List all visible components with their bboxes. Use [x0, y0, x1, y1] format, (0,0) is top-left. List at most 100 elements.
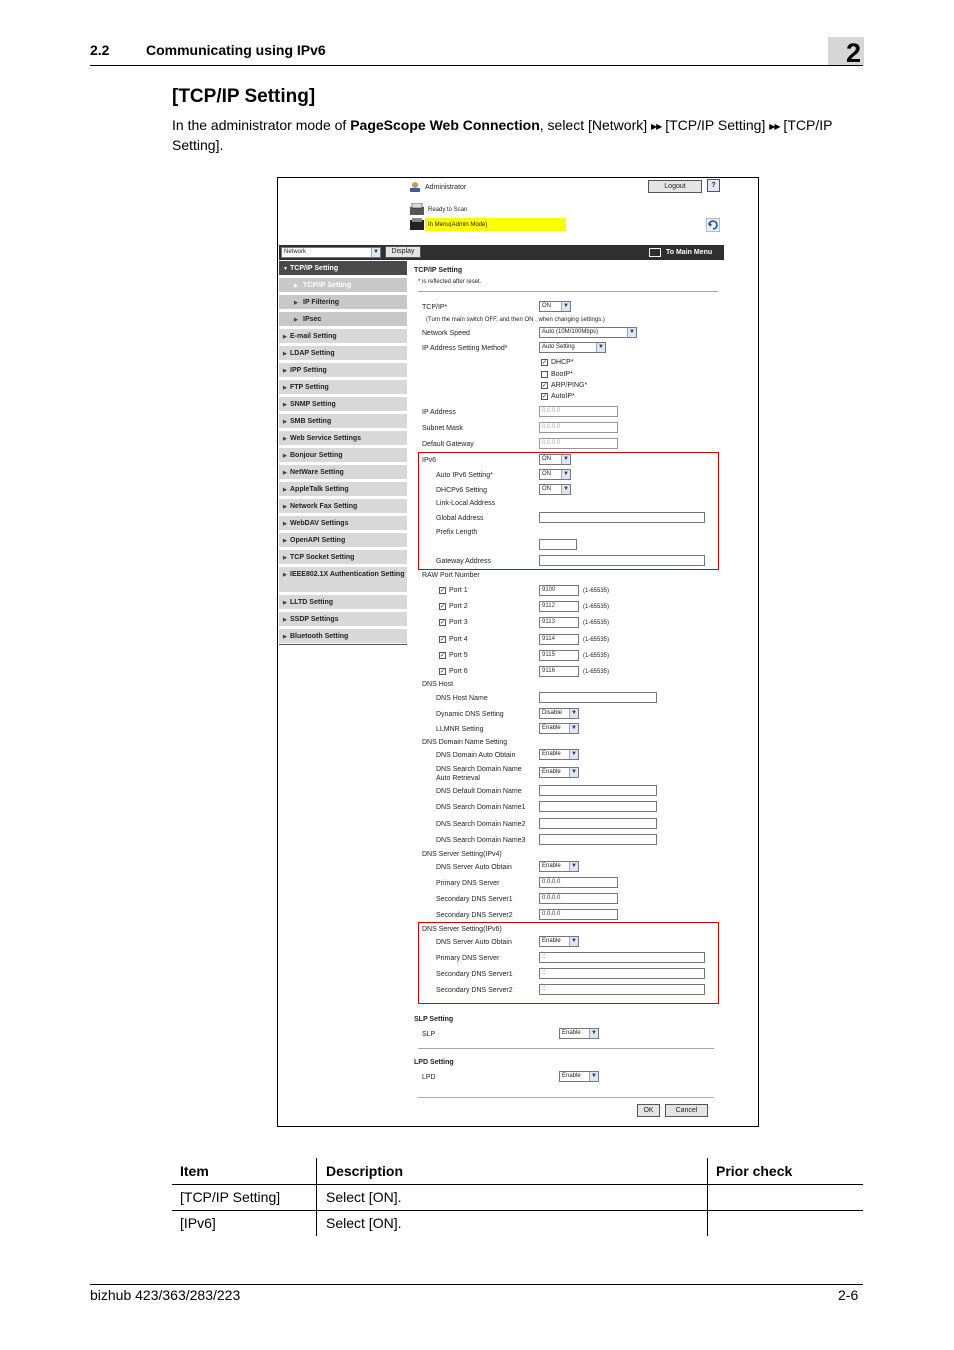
secondary-dns4-1-field[interactable]: 0.0.0.0	[539, 893, 618, 904]
sidebar-item[interactable]: ▶ LDAP Setting	[279, 346, 407, 361]
sidebar-item[interactable]: ▶ OpenAPI Setting	[279, 533, 407, 548]
secondary-dns4-2-field[interactable]: 0.0.0.0	[539, 909, 618, 920]
lpd-heading: LPD Setting	[414, 1059, 454, 1066]
port-checkbox[interactable]: ✓	[439, 603, 446, 611]
triangle-right-icon: ▶	[283, 351, 287, 357]
dns-search2-field[interactable]	[539, 818, 657, 829]
dns-search1-label: DNS Search Domain Name1	[436, 804, 526, 811]
sidebar-item[interactable]: ▶ TCP Socket Setting	[279, 550, 407, 565]
dns-domain-auto-select[interactable]: Enable ▼	[539, 749, 579, 760]
sidebar-item[interactable]: ▼ TCP/IP Setting	[279, 261, 407, 276]
intro-paragraph: In the administrator mode of PageScope W…	[172, 117, 833, 153]
triangle-right-icon: ▶	[294, 283, 298, 289]
port-checkbox[interactable]: ✓	[439, 587, 446, 594]
double-arrow-icon: ▶▶	[651, 122, 662, 131]
dynamic-dns-select[interactable]: Disable ▼	[539, 708, 579, 719]
dns-server4-auto-select[interactable]: Enable ▼	[539, 861, 579, 872]
sidebar-item[interactable]: ▶ AppleTalk Setting	[279, 482, 407, 497]
dns-host-name-label: DNS Host Name	[436, 695, 488, 702]
to-main-menu-link[interactable]: To Main Menu	[666, 248, 712, 257]
arp-checkbox[interactable]: ✓	[541, 382, 548, 389]
subnet-label: Subnet Mask	[422, 425, 463, 432]
sidebar-item[interactable]: ▶ TCP/IP Setting	[279, 278, 407, 293]
primary-dns6-field[interactable]: ::	[539, 952, 705, 963]
auto-ipv6-select[interactable]: ON ▼	[539, 469, 571, 480]
sidebar-item[interactable]: ▶ SSDP Settings	[279, 612, 407, 627]
status-ready: Ready to Scan	[428, 207, 468, 213]
sidebar-item[interactable]: ▶ IP Filtering	[279, 295, 407, 310]
port-field[interactable]: 9113	[539, 617, 579, 629]
dns-search3-field[interactable]	[539, 834, 657, 845]
primary-dns4-field[interactable]: 0.0.0.0	[539, 877, 618, 888]
raw-port-label: RAW Port Number	[422, 572, 480, 579]
help-button[interactable]: ?	[707, 179, 720, 192]
sidebar-item[interactable]: ▶ WebDAV Settings	[279, 516, 407, 531]
secondary-dns6-2-field[interactable]: ::	[539, 984, 705, 995]
autoip-checkbox[interactable]: ✓	[541, 393, 548, 400]
sidebar-item[interactable]: ▶ IPsec	[279, 312, 407, 327]
sidebar-item[interactable]: ▶ Bluetooth Setting	[279, 629, 407, 644]
chevron-down-icon: ▼	[569, 937, 578, 946]
chevron-down-icon: ▼	[569, 709, 578, 718]
port-field[interactable]: 9114	[539, 633, 579, 645]
port-field[interactable]: 9100	[539, 585, 579, 596]
refresh-icon[interactable]	[705, 217, 721, 233]
subnet-field[interactable]: 0.0.0.0	[539, 422, 618, 433]
dhcpv6-label: DHCPv6 Setting	[436, 487, 487, 494]
prefix-length-field[interactable]	[539, 539, 577, 550]
dhcpv6-select[interactable]: ON ▼	[539, 484, 571, 495]
dynamic-dns-label: Dynamic DNS Setting	[436, 711, 504, 718]
ip-address-field[interactable]: 0.0.0.0	[539, 406, 618, 417]
port-checkbox[interactable]: ✓	[439, 619, 446, 627]
port-checkbox[interactable]: ✓	[439, 635, 446, 643]
table-rule	[172, 1184, 863, 1185]
dhcp-checkbox[interactable]: ✓	[541, 359, 548, 366]
slp-label: SLP	[422, 1031, 436, 1038]
link-local-label: Link-Local Address	[436, 500, 496, 507]
ip-method-select[interactable]: Auto Setting ▼	[539, 342, 606, 353]
sidebar-item[interactable]: ▶ Bonjour Setting	[279, 448, 407, 463]
port-field[interactable]: 9115	[539, 649, 579, 661]
chevron-down-icon: ▼	[589, 1072, 598, 1081]
port-checkbox[interactable]: ✓	[439, 668, 446, 675]
dns-search1-field[interactable]	[539, 801, 657, 812]
slp-select[interactable]: Enable ▼	[559, 1028, 599, 1039]
chevron-down-icon: ▼	[569, 724, 578, 733]
ipv6-select[interactable]: ON ▼	[539, 454, 571, 465]
secondary-dns6-1-field[interactable]: ::	[539, 968, 705, 979]
lpd-select[interactable]: Enable ▼	[559, 1071, 599, 1082]
port-field[interactable]: 9112	[539, 601, 579, 613]
gateway-field[interactable]: 0.0.0.0	[539, 438, 618, 449]
sidebar-item[interactable]: ▶ LLTD Setting	[279, 595, 407, 610]
sidebar-item[interactable]: ▶ SMB Setting	[279, 414, 407, 429]
chevron-down-icon: ▼	[569, 750, 578, 759]
dns-search-auto-select[interactable]: Enable ▼	[539, 767, 579, 778]
prefix-length-label: Prefix Length	[436, 529, 478, 536]
ipv6-gateway-field[interactable]	[539, 555, 705, 566]
sidebar-item[interactable]: ▶ E-mail Setting	[279, 329, 407, 344]
sidebar-item[interactable]: ▶ IEEE802.1X Authentication Setting	[279, 567, 407, 593]
sidebar-item[interactable]: ▶ Web Service Settings	[279, 431, 407, 446]
dns-server6-auto-select[interactable]: Enable ▼	[539, 936, 579, 947]
cancel-button[interactable]: Cancel	[665, 1104, 708, 1117]
port-checkbox[interactable]: ✓	[439, 651, 446, 659]
port-field[interactable]: 9116	[539, 666, 579, 677]
sidebar-item[interactable]: ▶ IPP Setting	[279, 363, 407, 378]
display-button[interactable]: Display	[385, 246, 421, 258]
bootp-checkbox[interactable]	[541, 371, 548, 378]
dns-default-domain-field[interactable]	[539, 785, 657, 796]
slp-heading: SLP Setting	[414, 1016, 454, 1023]
triangle-down-icon: ▼	[283, 266, 288, 272]
global-address-field[interactable]	[539, 512, 705, 523]
logout-button[interactable]: Logout	[648, 180, 702, 193]
tcpip-select[interactable]: ON ▼	[539, 301, 571, 312]
sidebar-item[interactable]: ▶ FTP Setting	[279, 380, 407, 395]
network-speed-select[interactable]: Auto (10M/100Mbps) ▼	[539, 327, 637, 338]
category-select[interactable]: Network ▼	[281, 247, 381, 258]
sidebar-item[interactable]: ▶ Network Fax Setting	[279, 499, 407, 514]
sidebar-item[interactable]: ▶ SNMP Setting	[279, 397, 407, 412]
ok-button[interactable]: OK	[637, 1104, 660, 1117]
sidebar-item[interactable]: ▶ NetWare Setting	[279, 465, 407, 480]
dns-host-name-field[interactable]	[539, 692, 657, 703]
llmnr-select[interactable]: Enable ▼	[539, 723, 579, 734]
